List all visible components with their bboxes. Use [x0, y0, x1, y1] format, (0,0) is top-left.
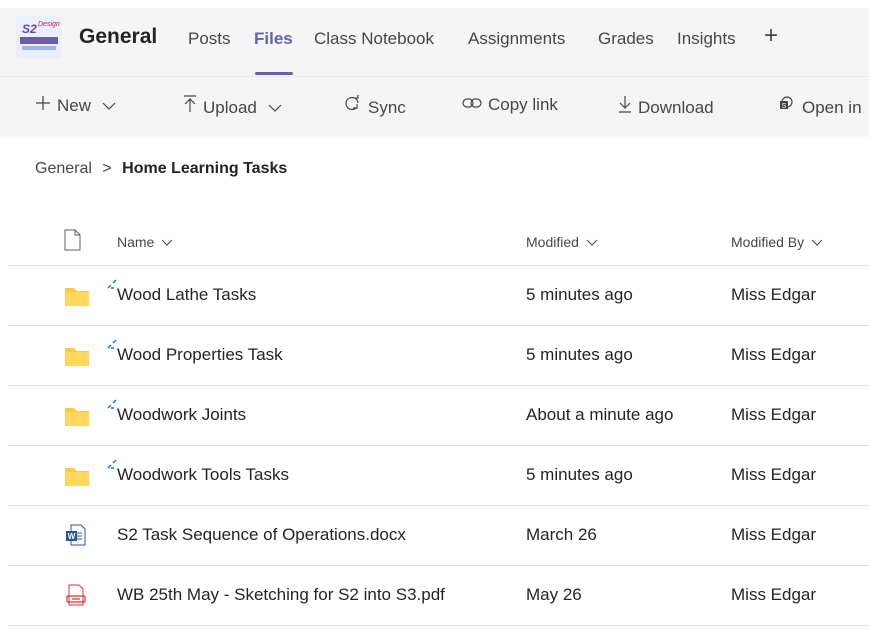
- folder-icon: [65, 406, 89, 431]
- sync-status-icon: [107, 336, 117, 354]
- tab-class-notebook[interactable]: Class Notebook: [314, 29, 434, 49]
- team-logo-band: [20, 37, 58, 44]
- file-modified-by: Miss Edgar: [731, 525, 817, 544]
- chevron-down-icon: [586, 239, 598, 246]
- folder-icon: [65, 466, 89, 491]
- copy-link-label: Copy link: [488, 95, 558, 114]
- upload-label: Upload: [203, 98, 257, 117]
- file-modified: 5 minutes ago: [526, 345, 633, 364]
- top-strip: [0, 0, 527, 8]
- link-icon: [462, 95, 482, 115]
- chevron-down-icon: [161, 239, 173, 246]
- file-name[interactable]: S2 Task Sequence of Operations.docx: [117, 525, 406, 545]
- file-name[interactable]: Wood Lathe Tasks: [117, 285, 256, 305]
- file-list-header: Name Modified Modified By: [0, 216, 869, 264]
- tab-posts[interactable]: Posts: [188, 29, 231, 49]
- breadcrumb: General > Home Learning Tasks: [35, 160, 287, 178]
- sync-status-icon: [107, 456, 117, 474]
- chevron-down-icon: [811, 239, 823, 246]
- breadcrumb-parent[interactable]: General: [35, 160, 92, 177]
- file-modified: May 26: [526, 585, 582, 604]
- file-modified-by: Miss Edgar: [731, 285, 817, 304]
- plus-icon: [35, 95, 51, 116]
- sync-icon: [342, 95, 362, 118]
- download-icon: [618, 95, 632, 118]
- tab-assignments[interactable]: Assignments: [468, 29, 565, 49]
- table-row[interactable]: Woodwork Tools Tasks 5 minutes ago Miss …: [0, 446, 869, 506]
- file-modified: 5 minutes ago: [526, 465, 633, 484]
- download-label: Download: [638, 98, 714, 117]
- sync-label: Sync: [368, 98, 406, 117]
- upload-button[interactable]: Upload: [183, 95, 282, 118]
- chevron-down-icon: [268, 98, 282, 117]
- download-button[interactable]: Download: [618, 95, 714, 118]
- breadcrumb-separator: >: [102, 160, 112, 177]
- channel-title: General: [79, 25, 158, 48]
- team-logo-text: S2: [22, 22, 37, 36]
- team-logo: S2 Design: [16, 16, 62, 58]
- table-row[interactable]: Woodwork Joints About a minute ago Miss …: [0, 386, 869, 446]
- sync-status-icon: [107, 396, 117, 414]
- row-divider: [8, 625, 869, 626]
- svg-text:W: W: [68, 532, 76, 541]
- active-tab-indicator: [255, 72, 293, 75]
- file-name[interactable]: WB 25th May - Sketching for S2 into S3.p…: [117, 585, 445, 605]
- file-modified: About a minute ago: [526, 405, 674, 424]
- table-row[interactable]: Wood Properties Task 5 minutes ago Miss …: [0, 326, 869, 386]
- word-document-icon: W: [66, 524, 86, 551]
- file-modified-by: Miss Edgar: [731, 405, 817, 424]
- sync-button[interactable]: Sync: [342, 95, 406, 118]
- column-header-name[interactable]: Name: [117, 234, 173, 250]
- tab-files[interactable]: Files: [254, 29, 293, 49]
- sharepoint-icon: S: [778, 95, 796, 118]
- column-modified-by-label: Modified By: [731, 234, 805, 250]
- file-modified: March 26: [526, 525, 597, 544]
- pdf-document-icon: [66, 584, 86, 611]
- copy-link-button[interactable]: Copy link: [462, 95, 558, 115]
- breadcrumb-current: Home Learning Tasks: [122, 160, 288, 177]
- column-header-modified-by[interactable]: Modified By: [731, 234, 823, 250]
- file-name[interactable]: Woodwork Tools Tasks: [117, 465, 289, 485]
- new-button[interactable]: New: [35, 95, 116, 116]
- file-modified-by: Miss Edgar: [731, 465, 817, 484]
- files-toolbar: New Upload Sync Copy link Download S Ope…: [0, 76, 869, 137]
- team-logo-band-lower: [22, 46, 56, 50]
- folder-icon: [65, 346, 89, 371]
- new-label: New: [57, 96, 92, 115]
- top-gap: [527, 0, 869, 8]
- file-name[interactable]: Woodwork Joints: [117, 405, 246, 425]
- open-in-button[interactable]: S Open in: [778, 95, 862, 118]
- file-type-icon[interactable]: [64, 229, 81, 256]
- table-row[interactable]: W S2 Task Sequence of Operations.docx Ma…: [0, 506, 869, 566]
- upload-icon: [183, 95, 197, 118]
- column-name-label: Name: [117, 234, 155, 250]
- tab-grades[interactable]: Grades: [598, 29, 654, 49]
- channel-header: S2 Design General Posts Files Class Note…: [0, 8, 869, 76]
- file-modified: 5 minutes ago: [526, 285, 633, 304]
- tab-insights[interactable]: Insights: [677, 29, 736, 49]
- table-row[interactable]: WB 25th May - Sketching for S2 into S3.p…: [0, 566, 869, 626]
- sync-status-icon: [107, 276, 117, 294]
- open-in-label: Open in: [802, 98, 862, 117]
- table-row[interactable]: Wood Lathe Tasks 5 minutes ago Miss Edga…: [0, 266, 869, 326]
- svg-text:S: S: [782, 103, 787, 110]
- team-logo-script: Design: [38, 21, 60, 28]
- file-modified-by: Miss Edgar: [731, 345, 817, 364]
- column-header-modified[interactable]: Modified: [526, 234, 598, 250]
- column-modified-label: Modified: [526, 234, 579, 250]
- file-modified-by: Miss Edgar: [731, 585, 817, 604]
- chevron-down-icon: [102, 96, 116, 115]
- add-tab-button[interactable]: +: [764, 22, 778, 50]
- folder-icon: [65, 286, 89, 311]
- file-name[interactable]: Wood Properties Task: [117, 345, 283, 365]
